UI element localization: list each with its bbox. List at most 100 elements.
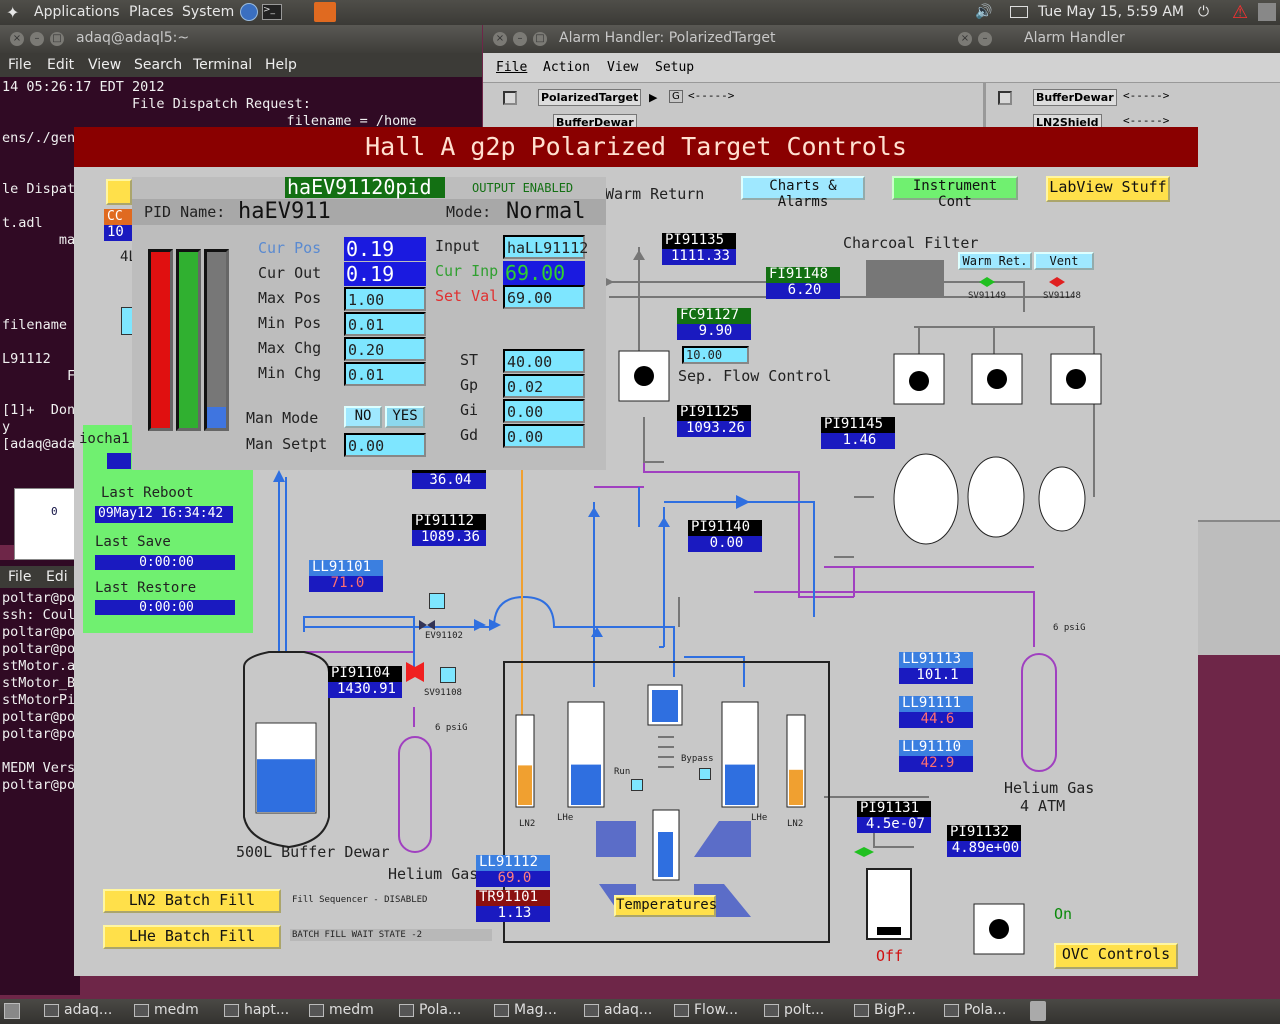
input-field[interactable]: haLL91112 bbox=[503, 235, 588, 259]
sv91108-control[interactable] bbox=[440, 667, 456, 683]
show-desktop-icon[interactable] bbox=[4, 1003, 20, 1019]
close-icon[interactable]: × bbox=[958, 32, 972, 46]
pid-gain-field[interactable]: 40.00 bbox=[503, 349, 585, 373]
menu-view[interactable]: View bbox=[88, 57, 121, 73]
man-mode-no-button[interactable]: NO bbox=[344, 406, 382, 428]
pid-gain-field[interactable]: 0.02 bbox=[503, 374, 585, 398]
pid-gain-field[interactable]: 0.00 bbox=[503, 424, 585, 448]
alarm-menu-file[interactable]: File bbox=[496, 60, 527, 75]
alarm2-group-bufferdewar[interactable]: BufferDewar bbox=[1033, 89, 1117, 106]
power-icon[interactable]: ⏻ bbox=[1198, 4, 1209, 20]
alarm-menu-action[interactable]: Action bbox=[543, 60, 590, 75]
buffer-dewar-label: 500L Buffer Dewar bbox=[236, 843, 390, 861]
taskbar-item[interactable]: adaq... bbox=[580, 1002, 666, 1021]
files-launcher-icon[interactable] bbox=[314, 2, 336, 22]
pid-field-value[interactable]: 1.00 bbox=[344, 287, 426, 311]
terminal-launcher-icon[interactable]: >_ bbox=[262, 4, 282, 20]
bypass-valve-control[interactable] bbox=[699, 768, 711, 780]
maximize-icon[interactable]: □ bbox=[50, 32, 64, 46]
alarm2-arrow-2: <-----> bbox=[1123, 114, 1170, 127]
cc-value: 10 bbox=[104, 225, 132, 241]
taskbar-item[interactable]: medm bbox=[305, 1002, 391, 1021]
taskbar-label: Flow... bbox=[694, 1002, 739, 1018]
run-valve-control[interactable] bbox=[631, 779, 643, 791]
readout-tag-pi91132: PI91132 bbox=[947, 825, 1021, 841]
menu2-edit[interactable]: Edi bbox=[46, 569, 68, 585]
man-setpt-field[interactable]: 0.00 bbox=[344, 433, 426, 457]
pid-field-label: Max Chg bbox=[258, 339, 322, 357]
window-icon bbox=[44, 1004, 59, 1017]
volume-icon[interactable]: 🔊 bbox=[975, 4, 992, 20]
menu-help[interactable]: Help bbox=[265, 57, 297, 73]
clock[interactable]: Tue May 15, 5:59 AM bbox=[1038, 4, 1184, 20]
menu-edit[interactable]: Edit bbox=[47, 57, 74, 73]
sep-flow-setpoint[interactable]: 10.00 bbox=[682, 346, 749, 364]
taskbar-item[interactable]: BigP... bbox=[850, 1002, 936, 1021]
taskbar-item[interactable]: medm bbox=[130, 1002, 216, 1021]
expand-arrow-icon[interactable]: ▶ bbox=[649, 91, 657, 104]
trash-icon[interactable] bbox=[1030, 1001, 1046, 1021]
ln2-batch-fill-button[interactable]: LN2 Batch Fill bbox=[103, 889, 281, 913]
maximize-icon[interactable]: □ bbox=[533, 32, 547, 46]
window-icon bbox=[584, 1004, 599, 1017]
alarm-menu-view[interactable]: View bbox=[607, 60, 638, 75]
ev91102-control[interactable] bbox=[429, 593, 445, 609]
taskbar-label: medm bbox=[329, 1002, 374, 1018]
window-icon bbox=[944, 1004, 959, 1017]
taskbar-item[interactable]: Flow... bbox=[670, 1002, 756, 1021]
indicator-icon[interactable] bbox=[1258, 3, 1276, 21]
taskbar-item[interactable]: Pola... bbox=[940, 1002, 1026, 1021]
minimize-icon[interactable]: – bbox=[513, 32, 527, 46]
alarm-ack-box[interactable] bbox=[503, 91, 517, 105]
terminal2-line bbox=[2, 743, 75, 760]
ovc-controls-button[interactable]: OVC Controls bbox=[1054, 943, 1178, 969]
menu-file[interactable]: File bbox=[8, 57, 31, 73]
alarm2-ack-box[interactable] bbox=[998, 91, 1012, 105]
pid-gain-label: ST bbox=[460, 351, 479, 369]
mode-label: Mode: bbox=[446, 203, 492, 221]
warning-icon[interactable]: ⚠ bbox=[1232, 2, 1248, 23]
menu-search[interactable]: Search bbox=[134, 57, 182, 73]
lhe-batch-fill-button[interactable]: LHe Batch Fill bbox=[103, 925, 281, 949]
input-label: Input bbox=[435, 237, 481, 255]
taskbar-item[interactable]: polt... bbox=[760, 1002, 846, 1021]
terminal2-output[interactable]: poltar@po ssh: Coul poltar@po poltar@po stMo… bbox=[2, 590, 75, 794]
alarm-menu-setup[interactable]: Setup bbox=[655, 60, 694, 75]
terminal2-line: poltar@po bbox=[2, 777, 76, 793]
cc-tag: CC bbox=[104, 209, 132, 225]
applications-menu[interactable]: Applications bbox=[34, 4, 120, 20]
left-yellow-button[interactable] bbox=[106, 179, 132, 205]
mail-icon[interactable] bbox=[1010, 6, 1028, 18]
warm-ret-button[interactable]: Warm Ret. bbox=[958, 252, 1032, 270]
menu2-file[interactable]: File bbox=[8, 569, 31, 585]
ioc-indicator bbox=[107, 453, 131, 469]
labview-stuff-button[interactable]: LabView Stuff bbox=[1046, 176, 1170, 202]
pid-field-value[interactable]: 0.20 bbox=[344, 337, 426, 361]
minimize-icon[interactable]: – bbox=[30, 32, 44, 46]
minimize-icon[interactable]: – bbox=[978, 32, 992, 46]
readout-value-ll91101: 71.0 bbox=[309, 576, 383, 592]
taskbar-item[interactable]: Mag... bbox=[490, 1002, 576, 1021]
set-val-field[interactable]: 69.00 bbox=[503, 285, 585, 309]
taskbar-item[interactable]: adaq... bbox=[40, 1002, 126, 1021]
close-icon[interactable]: × bbox=[10, 32, 24, 46]
close-icon[interactable]: × bbox=[493, 32, 507, 46]
pid-field-value[interactable]: 0.01 bbox=[344, 362, 426, 386]
lhe-label-b: LHe bbox=[751, 813, 768, 823]
instrument-cont-button[interactable]: Instrument Cont bbox=[892, 176, 1018, 210]
temperatures-button[interactable]: Temperatures bbox=[614, 895, 717, 917]
browser-icon[interactable] bbox=[240, 3, 258, 21]
system-menu[interactable]: System bbox=[182, 4, 234, 20]
taskbar-item[interactable]: Pola... bbox=[395, 1002, 481, 1021]
alarm-group-polarizedtarget[interactable]: PolarizedTarget bbox=[538, 89, 642, 106]
vent-button[interactable]: Vent bbox=[1034, 252, 1094, 270]
pid-field-value[interactable]: 0.01 bbox=[344, 312, 426, 336]
window-icon bbox=[854, 1004, 869, 1017]
places-menu[interactable]: Places bbox=[129, 4, 174, 20]
charts-alarms-button[interactable]: Charts & Alarms bbox=[741, 176, 865, 210]
taskbar-item[interactable]: hapt... bbox=[220, 1002, 306, 1021]
pid-gain-field[interactable]: 0.00 bbox=[503, 399, 585, 423]
alarm2-title: Alarm Handler bbox=[1024, 30, 1125, 46]
menu-terminal[interactable]: Terminal bbox=[193, 57, 252, 73]
man-mode-yes-button[interactable]: YES bbox=[385, 406, 425, 428]
